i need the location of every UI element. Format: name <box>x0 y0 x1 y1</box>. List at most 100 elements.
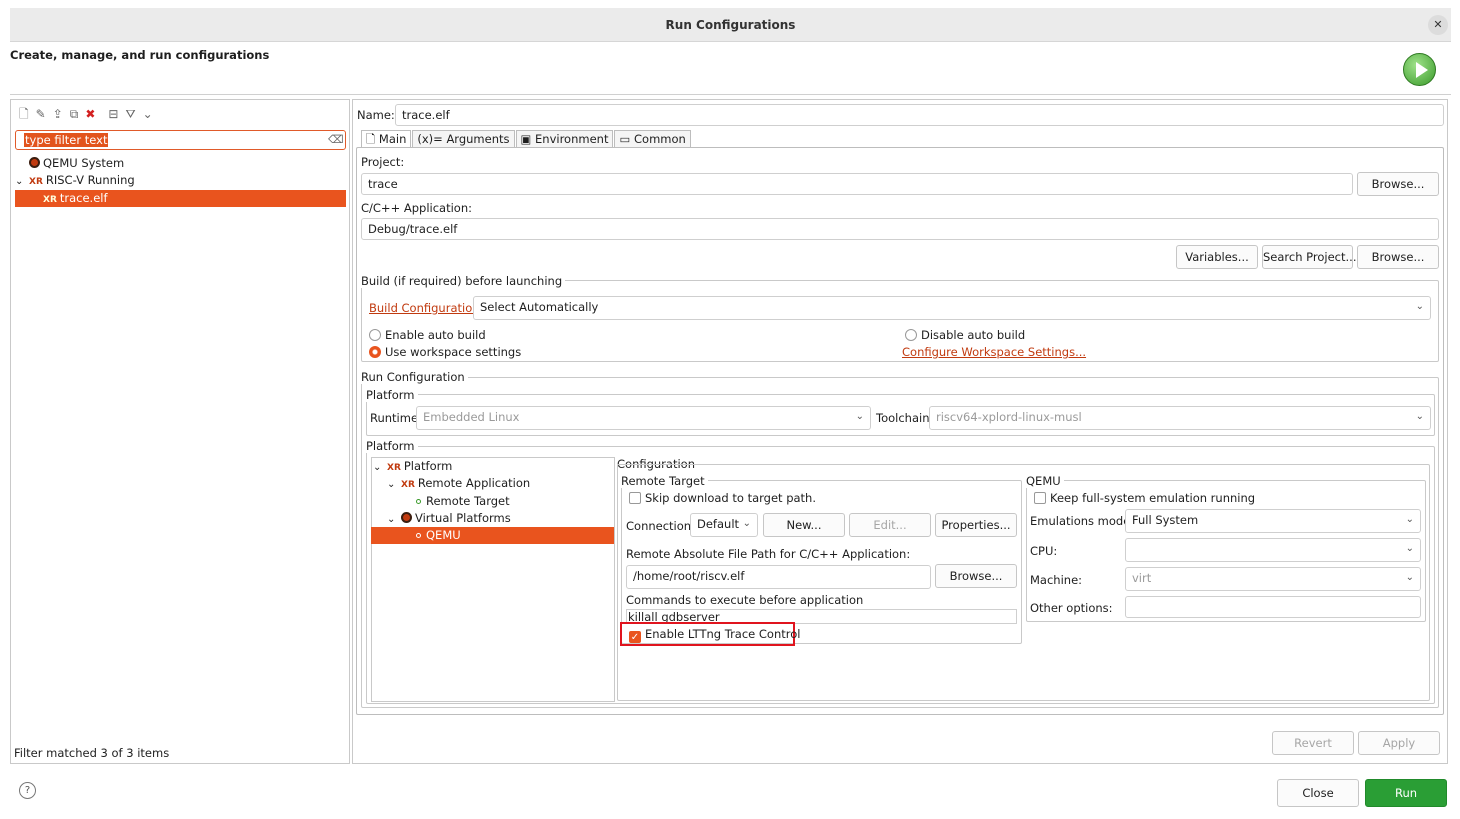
app-field[interactable]: Debug/trace.elf <box>361 218 1439 240</box>
chevron-down-icon: ⌄ <box>1405 572 1414 583</box>
search-project-button[interactable]: Search Project... <box>1262 245 1356 269</box>
keep-running-checkbox[interactable]: Keep full-system emulation running <box>1034 491 1255 505</box>
tab-arguments[interactable]: (x)= Arguments <box>412 130 515 148</box>
tab-main[interactable]: 🗋 Main <box>361 130 412 148</box>
browse-project-button[interactable]: Browse... <box>1357 172 1439 196</box>
runtime-select[interactable]: Embedded Linux ⌄ <box>416 406 871 430</box>
use-workspace-radio[interactable]: Use workspace settings <box>369 345 521 359</box>
new-prototype-icon[interactable]: ✎ <box>36 107 46 121</box>
chevron-down-icon: ⌄ <box>1415 301 1424 312</box>
variables-button[interactable]: Variables... <box>1176 245 1258 269</box>
export-icon[interactable]: ⇪ <box>53 107 63 121</box>
config-editor-panel: Name: trace.elf 🗋 Main (x)= Arguments ▣ En… <box>352 99 1448 764</box>
tab-common[interactable]: ▭ Common <box>614 130 691 148</box>
tree-item-qemu-system[interactable]: QEMU System <box>15 155 346 172</box>
radio-icon <box>905 329 917 341</box>
close-button[interactable]: Close <box>1277 779 1359 807</box>
tree-item-virtual-platforms[interactable]: ⌄ Virtual Platforms <box>373 510 613 527</box>
tree-item-trace-elf[interactable]: XR trace.elf <box>15 190 346 207</box>
new-config-icon[interactable]: 🗋 <box>19 105 29 126</box>
remote-path-field[interactable]: /home/root/riscv.elf <box>626 565 931 589</box>
chevron-down-icon: ⌄ <box>1405 514 1414 525</box>
qemu-group-label: QEMU <box>1026 474 1064 488</box>
toolchain-label: Toolchain <box>876 411 930 425</box>
build-group <box>361 280 1439 362</box>
tree-item-qemu[interactable]: QEMU <box>371 527 614 544</box>
properties-button[interactable]: Properties... <box>935 513 1017 537</box>
run-config-label: Run Configuration <box>361 370 468 384</box>
filter-icon[interactable]: ⛛ <box>125 107 135 122</box>
lttng-checkbox[interactable]: ✓ Enable LTTng Trace Control <box>629 627 800 643</box>
dialog-header: Create, manage, and run configurations <box>10 42 1451 95</box>
run-button[interactable]: Run <box>1365 779 1447 807</box>
title-bar: Run Configurations <box>10 8 1451 42</box>
remote-path-label: Remote Absolute File Path for C/C++ Appl… <box>626 547 911 561</box>
edit-connection-button[interactable]: Edit... <box>849 513 931 537</box>
chevron-down-icon: ⌄ <box>1405 543 1414 554</box>
xr-icon: XR <box>401 480 415 490</box>
close-icon[interactable]: ✕ <box>1428 15 1448 35</box>
browse-remote-button[interactable]: Browse... <box>935 564 1017 588</box>
chevron-down-icon[interactable]: ⌄ <box>143 107 153 121</box>
runtime-label: Runtime <box>370 411 419 425</box>
emu-mode-select[interactable]: Full System ⌄ <box>1125 509 1421 533</box>
build-group-label: Build (if required) before launching <box>361 274 566 288</box>
header-text: Create, manage, and run configurations <box>10 48 270 62</box>
tree-item-label: QEMU System <box>43 156 125 170</box>
qemu-icon <box>401 512 412 523</box>
target-icon <box>416 499 421 504</box>
name-label: Name: <box>357 108 395 122</box>
target-icon <box>416 533 421 538</box>
chevron-down-icon[interactable]: ⌄ <box>15 173 29 190</box>
tree-item-platform[interactable]: ⌄ XR Platform <box>373 458 613 475</box>
filter-placeholder[interactable]: type filter text <box>24 133 109 147</box>
run-icon <box>1403 53 1436 86</box>
toolchain-select[interactable]: riscv64-xplord-linux-musl ⌄ <box>929 406 1431 430</box>
help-icon[interactable]: ? <box>19 782 36 799</box>
chevron-down-icon: ⌄ <box>373 462 382 473</box>
configure-workspace-link[interactable]: Configure Workspace Settings... <box>902 345 1086 359</box>
other-options-field[interactable] <box>1125 596 1421 618</box>
skip-download-checkbox[interactable]: Skip download to target path. <box>629 491 816 505</box>
xr-icon: XR <box>387 463 401 473</box>
tree-item-remote-target[interactable]: Remote Target <box>373 493 613 510</box>
machine-select[interactable]: virt ⌄ <box>1125 567 1421 591</box>
qemu-icon <box>29 157 40 168</box>
window-title: Run Configurations <box>665 18 796 32</box>
chevron-down-icon: ⌄ <box>855 411 864 422</box>
revert-button[interactable]: Revert <box>1272 731 1354 755</box>
filter-input[interactable]: type filter text ⌫ <box>15 130 346 150</box>
disable-auto-build-radio[interactable]: Disable auto build <box>905 328 1025 342</box>
collapse-all-icon[interactable]: ⊟ <box>108 107 118 121</box>
tree-item-remote-application[interactable]: ⌄ XR Remote Application <box>373 475 613 492</box>
name-field[interactable]: trace.elf <box>395 104 1444 126</box>
checkbox-icon <box>1034 492 1046 504</box>
xr-icon: XR <box>43 195 57 205</box>
new-connection-button[interactable]: New... <box>763 513 845 537</box>
platform-group-2-label: Platform <box>366 439 418 453</box>
build-configuration-select[interactable]: Select Automatically ⌄ <box>473 296 1431 320</box>
delete-icon[interactable]: ✖ <box>85 107 95 121</box>
duplicate-icon[interactable]: ⧉ <box>70 107 79 122</box>
list-toolbar: 🗋 ✎ ⇪ ⧉ ✖ ⊟ ⛛ ⌄ <box>19 105 160 126</box>
toolchain-value: riscv64-xplord-linux-musl <box>936 410 1082 424</box>
runtime-value: Embedded Linux <box>423 410 520 424</box>
tree-item-riscv-running[interactable]: ⌄ XR RISC-V Running <box>15 172 346 189</box>
radio-icon <box>369 329 381 341</box>
tree-item-label: RISC-V Running <box>45 173 135 187</box>
project-label: Project: <box>361 155 405 169</box>
build-configuration-link[interactable]: Build Configuration: <box>369 301 483 315</box>
project-field[interactable]: trace <box>361 173 1353 195</box>
clear-filter-icon[interactable]: ⌫ <box>328 133 344 146</box>
apply-button[interactable]: Apply <box>1358 731 1440 755</box>
enable-auto-build-radio[interactable]: Enable auto build <box>369 328 486 342</box>
platform-group-label: Platform <box>366 388 418 402</box>
cpu-select[interactable]: ⌄ <box>1125 538 1421 562</box>
chevron-down-icon: ⌄ <box>387 514 396 525</box>
connection-label: Connection: <box>626 519 695 533</box>
browse-app-button[interactable]: Browse... <box>1357 245 1439 269</box>
connection-select[interactable]: Default ⌄ <box>690 513 758 537</box>
checkbox-icon <box>629 492 641 504</box>
other-options-label: Other options: <box>1030 601 1113 615</box>
tab-environment[interactable]: ▣ Environment <box>515 130 614 148</box>
